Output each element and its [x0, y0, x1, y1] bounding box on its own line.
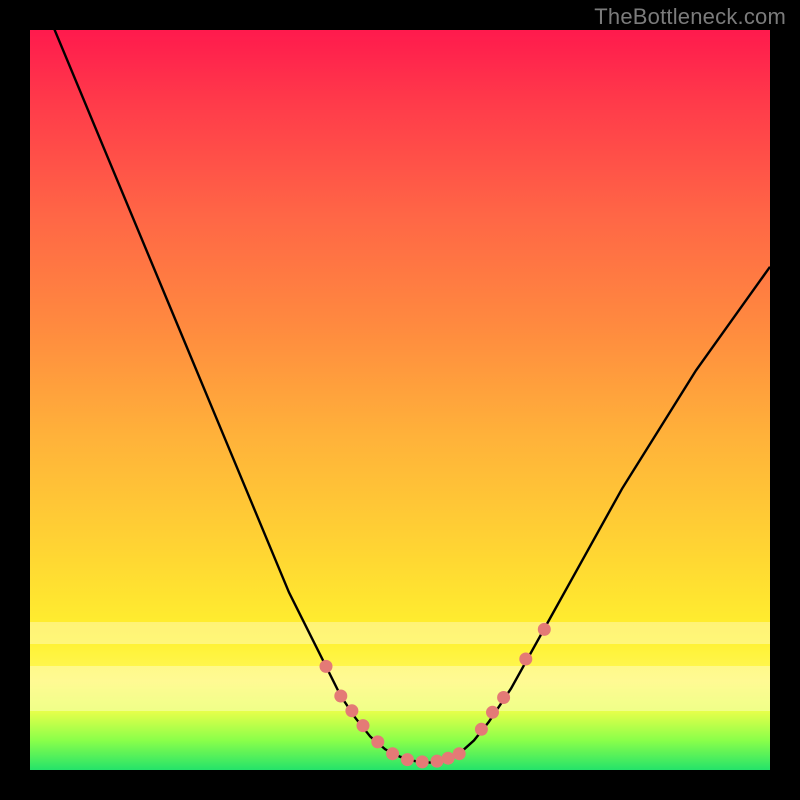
- highlight-dot: [475, 723, 488, 736]
- highlight-dot: [345, 704, 358, 717]
- marker-group: [320, 623, 551, 769]
- highlight-dot: [497, 691, 510, 704]
- highlight-dot: [442, 752, 455, 765]
- highlight-dot: [357, 719, 370, 732]
- highlight-dot: [519, 653, 532, 666]
- highlight-dot: [538, 623, 551, 636]
- watermark-text: TheBottleneck.com: [594, 4, 786, 30]
- highlight-dot: [416, 755, 429, 768]
- chart-svg: [30, 30, 770, 770]
- highlight-dot: [453, 747, 466, 760]
- highlight-dot: [320, 660, 333, 673]
- highlight-dot: [334, 690, 347, 703]
- highlight-dot: [401, 753, 414, 766]
- highlight-dot: [486, 706, 499, 719]
- bottleneck-curve-path: [30, 0, 770, 763]
- highlight-dot: [371, 735, 384, 748]
- highlight-dot: [386, 747, 399, 760]
- outer-frame: TheBottleneck.com: [0, 0, 800, 800]
- highlight-dot: [431, 755, 444, 768]
- plot-area: [30, 30, 770, 770]
